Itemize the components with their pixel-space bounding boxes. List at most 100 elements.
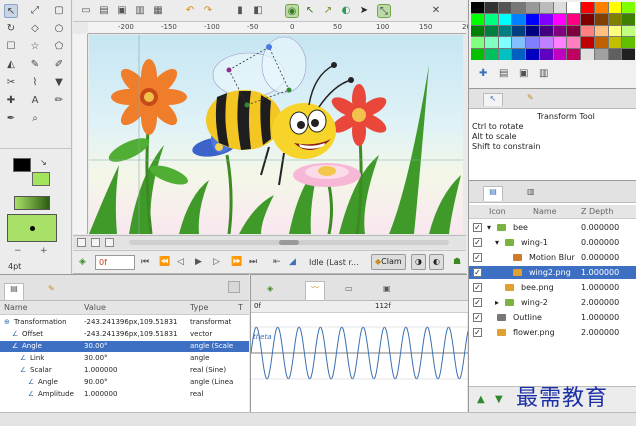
palette-swatch[interactable] xyxy=(512,2,525,13)
palette-swatch[interactable] xyxy=(553,37,567,49)
palette-swatch[interactable] xyxy=(594,25,608,37)
layer-visibility-checkbox[interactable]: ✓ xyxy=(473,298,482,307)
palette-swatch[interactable] xyxy=(471,25,484,37)
layer-visibility-checkbox[interactable]: ✓ xyxy=(473,328,482,337)
palette-swatch[interactable] xyxy=(539,25,553,37)
canvas-area[interactable] xyxy=(89,35,463,234)
palette-swatch[interactable] xyxy=(539,37,553,49)
tab-graphs-icon[interactable]: 〰 xyxy=(305,281,325,300)
param-value[interactable]: 90.00° xyxy=(84,377,108,388)
column-t[interactable]: T xyxy=(238,303,243,312)
layer-visibility-checkbox[interactable]: ✓ xyxy=(473,268,482,277)
palette-swatch[interactable] xyxy=(526,25,539,37)
palette-swatch[interactable] xyxy=(484,25,498,37)
layer-row[interactable]: ✓ bee.png 1.000000 xyxy=(469,281,636,294)
tab-keyframes-icon[interactable]: ◈ xyxy=(267,284,273,293)
palette-swatch[interactable] xyxy=(581,25,594,37)
outline-color-swatch[interactable] xyxy=(13,158,31,172)
seek-end-icon[interactable]: ⏭ xyxy=(249,257,257,267)
column-value[interactable]: Value xyxy=(84,303,106,312)
param-row[interactable]: ∠ Link 30.00° angle xyxy=(0,353,249,364)
layer-row[interactable]: ✓ flower.png 2.000000 xyxy=(469,326,636,339)
spline-icon[interactable]: ✎ xyxy=(28,58,42,72)
rotate-icon[interactable]: ↻ xyxy=(4,22,18,36)
quality-toggle-button[interactable]: ◐ xyxy=(429,254,444,270)
palette-swatch[interactable] xyxy=(498,13,512,25)
palette-swatch[interactable] xyxy=(567,2,580,13)
play-icon[interactable]: ▶ xyxy=(195,257,202,267)
redo-icon[interactable]: ↷ xyxy=(201,4,215,18)
palette-swatch[interactable] xyxy=(622,13,635,25)
sketch-icon[interactable]: ✏ xyxy=(52,94,66,108)
zoom-fit-icon[interactable] xyxy=(91,238,100,247)
zoom-in-icon[interactable] xyxy=(105,238,114,247)
circle-icon[interactable]: ○ xyxy=(52,22,66,36)
lower-layer-icon[interactable]: ▼ xyxy=(495,394,503,405)
palette-swatch[interactable] xyxy=(526,2,539,13)
save-as-icon[interactable]: ▥ xyxy=(133,4,147,18)
palette-swatch[interactable] xyxy=(567,37,580,49)
eyedropper-icon[interactable]: ✚ xyxy=(4,94,18,108)
layer-visibility-checkbox[interactable]: ✓ xyxy=(473,253,482,262)
scroll-thumb[interactable] xyxy=(279,240,299,245)
param-value[interactable]: 30.00° xyxy=(84,341,108,352)
palette-swatch[interactable] xyxy=(539,49,553,60)
brush-preview[interactable] xyxy=(7,214,57,242)
tab-navigator-icon[interactable]: ✎ xyxy=(527,93,534,102)
palette-swatch[interactable] xyxy=(608,49,622,60)
add-color-icon[interactable]: ✚ xyxy=(479,68,487,79)
layer-row[interactable]: ✓ ▾ bee 0.000000 xyxy=(469,221,636,234)
graph-time-ruler[interactable]: 0f 112f xyxy=(251,301,468,313)
param-row[interactable]: ∠ Scalar 1.000000 real (Sine) xyxy=(0,365,249,376)
param-value[interactable]: 30.00° xyxy=(84,353,108,364)
palette-swatch[interactable] xyxy=(526,37,539,49)
smooth-move-icon[interactable]: ⤢ xyxy=(28,4,42,18)
palette-swatch[interactable] xyxy=(471,49,484,60)
open-palette-icon[interactable]: ▤ xyxy=(499,68,508,79)
palette-swatch[interactable] xyxy=(498,49,512,60)
fill-color-swatch[interactable] xyxy=(32,172,50,186)
render-icon[interactable]: ▮ xyxy=(233,4,247,18)
palette-swatch[interactable] xyxy=(567,49,580,60)
palette-swatch[interactable] xyxy=(471,13,484,25)
tab-history-icon[interactable]: ▣ xyxy=(383,284,391,293)
palette-swatch[interactable] xyxy=(581,49,594,60)
palette-swatch[interactable] xyxy=(581,13,594,25)
swap-colors-icon[interactable]: ↘ xyxy=(40,158,47,167)
tab-tool-options-icon[interactable]: ↖ xyxy=(483,93,503,106)
palette-swatch[interactable] xyxy=(622,37,635,49)
sine-graph[interactable] xyxy=(251,315,468,395)
stickman-icon[interactable]: ☗ xyxy=(453,257,461,267)
layer-row[interactable]: ✓ Motion Blur 0.000000 xyxy=(469,251,636,264)
palette-swatch[interactable] xyxy=(526,13,539,25)
pointer-mode-icon[interactable]: ➤ xyxy=(357,4,371,18)
next-frame-icon[interactable]: ▷ xyxy=(213,257,220,267)
column-z-depth[interactable]: Z Depth xyxy=(581,207,613,216)
palette-swatch[interactable] xyxy=(526,49,539,60)
palette-swatch[interactable] xyxy=(622,49,635,60)
draw-icon[interactable]: ✐ xyxy=(52,58,66,72)
text-icon[interactable]: A xyxy=(28,94,42,108)
layer-visibility-checkbox[interactable]: ✓ xyxy=(473,223,482,232)
brush-size-decrease[interactable]: − xyxy=(14,246,22,256)
param-row[interactable]: ∠ Angle 90.00° angle (Linea xyxy=(0,377,249,388)
rectangle-icon[interactable]: ☐ xyxy=(4,40,18,54)
palette-swatch[interactable] xyxy=(471,2,484,13)
cutout-icon[interactable]: ✂ xyxy=(4,76,18,90)
palette-swatch[interactable] xyxy=(512,49,525,60)
palette-swatch[interactable] xyxy=(553,2,567,13)
gradient-icon[interactable]: ◭ xyxy=(4,58,18,72)
param-row[interactable]: ⊕ Transformation -243.241396px,109.51831 tr… xyxy=(0,317,249,328)
raise-layer-icon[interactable]: ▲ xyxy=(477,394,485,405)
tab-sets-icon[interactable]: ▥ xyxy=(527,187,535,196)
expander-icon[interactable]: ▸ xyxy=(495,296,499,309)
palette-swatch[interactable] xyxy=(512,13,525,25)
palette-swatch[interactable] xyxy=(484,37,498,49)
star-icon[interactable]: ☆ xyxy=(28,40,42,54)
palette-swatch[interactable] xyxy=(484,13,498,25)
mirror-icon[interactable]: ◇ xyxy=(28,22,42,36)
undo-icon[interactable]: ↶ xyxy=(183,4,197,18)
param-value[interactable]: -243.241396px,109.51831 xyxy=(84,317,178,328)
palette-swatch[interactable] xyxy=(581,2,594,13)
column-type[interactable]: Type xyxy=(190,303,208,312)
